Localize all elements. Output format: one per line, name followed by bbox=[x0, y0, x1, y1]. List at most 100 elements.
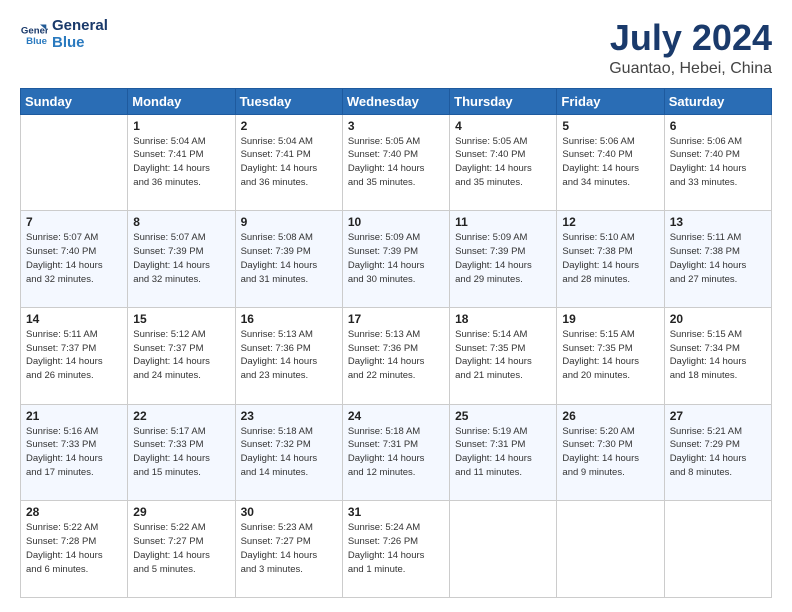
calendar-cell: 23 Sunrise: 5:18 AM Sunset: 7:32 PM Dayli… bbox=[235, 404, 342, 501]
calendar-cell: 28Sunrise: 5:22 AM Sunset: 7:28 PM Dayli… bbox=[21, 501, 128, 598]
subtitle: Guantao, Hebei, China bbox=[609, 60, 772, 78]
col-header-friday: Friday bbox=[557, 88, 664, 114]
calendar-cell: 17Sunrise: 5:13 AM Sunset: 7:36 PM Dayli… bbox=[342, 307, 449, 404]
day-number: 12 bbox=[562, 215, 658, 229]
logo-text-blue: Blue bbox=[52, 35, 108, 52]
calendar-cell: 26 Sunrise: 5:20 AM Sunset: 7:30 PM Dayli… bbox=[557, 404, 664, 501]
day-info: Sunrise: 5:15 AM Sunset: 7:34 PM Dayligh… bbox=[670, 328, 766, 383]
day-number: 30 bbox=[241, 505, 337, 519]
day-number: 11 bbox=[455, 215, 551, 229]
day-number: 8 bbox=[133, 215, 229, 229]
calendar-cell: 13 Sunrise: 5:11 AM Sunset: 7:38 PM Dayli… bbox=[664, 211, 771, 308]
calendar-cell: 7 Sunrise: 5:07 AM Sunset: 7:40 PM Daylig… bbox=[21, 211, 128, 308]
day-info: Sunrise: 5:19 AM Sunset: 7:31 PM Dayligh… bbox=[455, 425, 551, 480]
calendar-cell: 14 Sunrise: 5:11 AM Sunset: 7:37 PM Dayli… bbox=[21, 307, 128, 404]
day-number: 2 bbox=[241, 119, 337, 133]
calendar-cell: 22Sunrise: 5:17 AM Sunset: 7:33 PM Dayli… bbox=[128, 404, 235, 501]
day-number: 9 bbox=[241, 215, 337, 229]
day-info: Sunrise: 5:07 AM Sunset: 7:40 PM Dayligh… bbox=[26, 231, 122, 286]
day-info: Sunrise: 5:09 AM Sunset: 7:39 PM Dayligh… bbox=[455, 231, 551, 286]
day-info: Sunrise: 5:21 AM Sunset: 7:29 PM Dayligh… bbox=[670, 425, 766, 480]
day-number: 24 bbox=[348, 409, 444, 423]
day-number: 13 bbox=[670, 215, 766, 229]
calendar-table: SundayMondayTuesdayWednesdayThursdayFrid… bbox=[20, 88, 772, 598]
day-number: 26 bbox=[562, 409, 658, 423]
day-number: 21 bbox=[26, 409, 122, 423]
page-header: General Blue General Blue July 2024 Guan… bbox=[20, 18, 772, 78]
day-number: 6 bbox=[670, 119, 766, 133]
day-number: 22 bbox=[133, 409, 229, 423]
day-info: Sunrise: 5:10 AM Sunset: 7:38 PM Dayligh… bbox=[562, 231, 658, 286]
svg-text:Blue: Blue bbox=[26, 35, 47, 46]
day-number: 20 bbox=[670, 312, 766, 326]
calendar-cell: 3 Sunrise: 5:05 AM Sunset: 7:40 PM Daylig… bbox=[342, 114, 449, 211]
day-number: 10 bbox=[348, 215, 444, 229]
day-info: Sunrise: 5:09 AM Sunset: 7:39 PM Dayligh… bbox=[348, 231, 444, 286]
day-info: Sunrise: 5:06 AM Sunset: 7:40 PM Dayligh… bbox=[562, 135, 658, 190]
col-header-monday: Monday bbox=[128, 88, 235, 114]
day-number: 27 bbox=[670, 409, 766, 423]
day-info: Sunrise: 5:13 AM Sunset: 7:36 PM Dayligh… bbox=[241, 328, 337, 383]
day-number: 5 bbox=[562, 119, 658, 133]
day-number: 4 bbox=[455, 119, 551, 133]
day-number: 16 bbox=[241, 312, 337, 326]
calendar-cell: 31 Sunrise: 5:24 AM Sunset: 7:26 PM Dayli… bbox=[342, 501, 449, 598]
day-info: Sunrise: 5:04 AM Sunset: 7:41 PM Dayligh… bbox=[133, 135, 229, 190]
calendar-cell: 12 Sunrise: 5:10 AM Sunset: 7:38 PM Dayli… bbox=[557, 211, 664, 308]
calendar-cell: 9 Sunrise: 5:08 AM Sunset: 7:39 PM Daylig… bbox=[235, 211, 342, 308]
day-info: Sunrise: 5:22 AM Sunset: 7:27 PM Dayligh… bbox=[133, 521, 229, 576]
day-info: Sunrise: 5:05 AM Sunset: 7:40 PM Dayligh… bbox=[348, 135, 444, 190]
day-number: 18 bbox=[455, 312, 551, 326]
calendar-cell bbox=[664, 501, 771, 598]
day-info: Sunrise: 5:24 AM Sunset: 7:26 PM Dayligh… bbox=[348, 521, 444, 576]
calendar-cell: 30Sunrise: 5:23 AM Sunset: 7:27 PM Dayli… bbox=[235, 501, 342, 598]
calendar-cell: 6 Sunrise: 5:06 AM Sunset: 7:40 PM Daylig… bbox=[664, 114, 771, 211]
calendar-week-1: 1 Sunrise: 5:04 AM Sunset: 7:41 PM Daylig… bbox=[21, 114, 772, 211]
calendar-cell: 15Sunrise: 5:12 AM Sunset: 7:37 PM Dayli… bbox=[128, 307, 235, 404]
title-area: July 2024 Guantao, Hebei, China bbox=[609, 18, 772, 78]
day-info: Sunrise: 5:07 AM Sunset: 7:39 PM Dayligh… bbox=[133, 231, 229, 286]
day-info: Sunrise: 5:04 AM Sunset: 7:41 PM Dayligh… bbox=[241, 135, 337, 190]
calendar-cell: 5 Sunrise: 5:06 AM Sunset: 7:40 PM Daylig… bbox=[557, 114, 664, 211]
day-info: Sunrise: 5:20 AM Sunset: 7:30 PM Dayligh… bbox=[562, 425, 658, 480]
col-header-sunday: Sunday bbox=[21, 88, 128, 114]
calendar-cell: 2 Sunrise: 5:04 AM Sunset: 7:41 PM Daylig… bbox=[235, 114, 342, 211]
calendar-cell: 10 Sunrise: 5:09 AM Sunset: 7:39 PM Dayli… bbox=[342, 211, 449, 308]
calendar-cell: 25 Sunrise: 5:19 AM Sunset: 7:31 PM Dayli… bbox=[450, 404, 557, 501]
main-title: July 2024 bbox=[609, 18, 772, 58]
day-info: Sunrise: 5:11 AM Sunset: 7:37 PM Dayligh… bbox=[26, 328, 122, 383]
calendar-cell: 4Sunrise: 5:05 AM Sunset: 7:40 PM Daylig… bbox=[450, 114, 557, 211]
day-number: 25 bbox=[455, 409, 551, 423]
col-header-thursday: Thursday bbox=[450, 88, 557, 114]
calendar-week-5: 28Sunrise: 5:22 AM Sunset: 7:28 PM Dayli… bbox=[21, 501, 772, 598]
calendar-cell bbox=[21, 114, 128, 211]
day-number: 19 bbox=[562, 312, 658, 326]
day-number: 1 bbox=[133, 119, 229, 133]
day-number: 31 bbox=[348, 505, 444, 519]
calendar-cell: 27 Sunrise: 5:21 AM Sunset: 7:29 PM Dayli… bbox=[664, 404, 771, 501]
day-number: 7 bbox=[26, 215, 122, 229]
calendar-cell bbox=[450, 501, 557, 598]
day-info: Sunrise: 5:08 AM Sunset: 7:39 PM Dayligh… bbox=[241, 231, 337, 286]
day-number: 23 bbox=[241, 409, 337, 423]
day-number: 3 bbox=[348, 119, 444, 133]
calendar-cell: 24Sunrise: 5:18 AM Sunset: 7:31 PM Dayli… bbox=[342, 404, 449, 501]
calendar-cell: 16 Sunrise: 5:13 AM Sunset: 7:36 PM Dayli… bbox=[235, 307, 342, 404]
calendar-week-4: 21 Sunrise: 5:16 AM Sunset: 7:33 PM Dayli… bbox=[21, 404, 772, 501]
day-info: Sunrise: 5:06 AM Sunset: 7:40 PM Dayligh… bbox=[670, 135, 766, 190]
col-header-saturday: Saturday bbox=[664, 88, 771, 114]
day-info: Sunrise: 5:14 AM Sunset: 7:35 PM Dayligh… bbox=[455, 328, 551, 383]
day-info: Sunrise: 5:16 AM Sunset: 7:33 PM Dayligh… bbox=[26, 425, 122, 480]
day-info: Sunrise: 5:12 AM Sunset: 7:37 PM Dayligh… bbox=[133, 328, 229, 383]
day-info: Sunrise: 5:18 AM Sunset: 7:32 PM Dayligh… bbox=[241, 425, 337, 480]
calendar-cell: 8 Sunrise: 5:07 AM Sunset: 7:39 PM Daylig… bbox=[128, 211, 235, 308]
calendar-cell: 1 Sunrise: 5:04 AM Sunset: 7:41 PM Daylig… bbox=[128, 114, 235, 211]
day-number: 14 bbox=[26, 312, 122, 326]
calendar-cell bbox=[557, 501, 664, 598]
day-info: Sunrise: 5:11 AM Sunset: 7:38 PM Dayligh… bbox=[670, 231, 766, 286]
calendar-cell: 18 Sunrise: 5:14 AM Sunset: 7:35 PM Dayli… bbox=[450, 307, 557, 404]
logo-icon: General Blue bbox=[20, 21, 48, 49]
calendar-cell: 29Sunrise: 5:22 AM Sunset: 7:27 PM Dayli… bbox=[128, 501, 235, 598]
logo: General Blue General Blue bbox=[20, 18, 108, 51]
calendar-cell: 20 Sunrise: 5:15 AM Sunset: 7:34 PM Dayli… bbox=[664, 307, 771, 404]
